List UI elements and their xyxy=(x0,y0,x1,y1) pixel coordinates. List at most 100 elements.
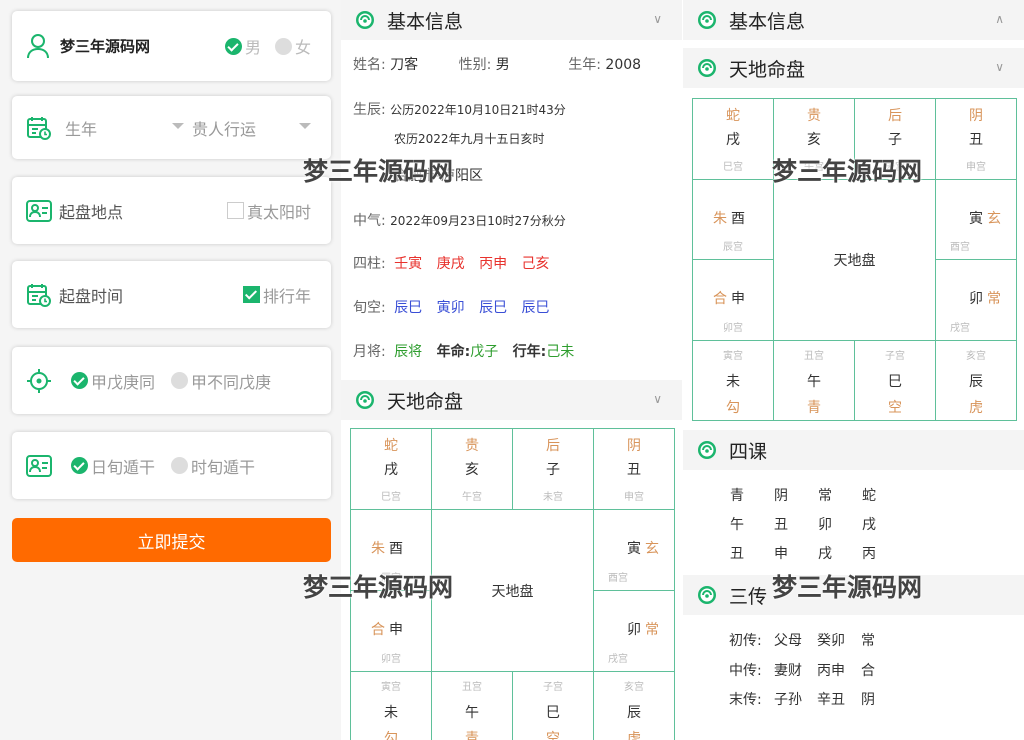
pan-branch: 子 xyxy=(546,462,560,478)
zhongqi-label: 中气: xyxy=(353,213,386,229)
shixun-radio[interactable]: 时旬遁干 xyxy=(171,454,255,478)
checkbox-icon xyxy=(227,202,244,219)
jiawugeng-same-radio[interactable]: 甲戊庚同 xyxy=(71,369,155,393)
basic-info-header[interactable]: 基本信息 ∨ xyxy=(341,0,682,40)
sike-header[interactable]: 四课 xyxy=(683,430,1024,470)
true-solar-checkbox[interactable]: 真太阳时 xyxy=(227,199,311,223)
pan-cell: 朱酉辰宫 xyxy=(692,178,774,260)
true-solar-label: 真太阳时 xyxy=(247,202,312,222)
pan-general-branch: 寅玄 xyxy=(954,208,1016,228)
pan-branch: 丑 xyxy=(969,132,983,148)
section-title: 三传 xyxy=(729,585,768,608)
basic-info-header[interactable]: 基本信息 ∧ xyxy=(683,0,1024,40)
pan-cell: 阴丑申宫 xyxy=(593,428,675,510)
pan-palace: 午宫 xyxy=(462,492,482,503)
sanchuan-header[interactable]: 三传 xyxy=(683,575,1024,615)
sizhu-day: 丙申 xyxy=(479,256,508,272)
rixun-label: 日旬遁干 xyxy=(91,457,156,477)
place-value: 合肥市-庐阳区 xyxy=(394,168,484,184)
sike-cell: 丑 xyxy=(730,546,744,562)
xunkong-year: 辰巳 xyxy=(394,300,423,316)
place-input[interactable]: 起盘地点 xyxy=(59,199,123,223)
crosshair-icon xyxy=(27,368,51,393)
pan-branch: 申 xyxy=(389,622,403,638)
checkbox-checked-icon xyxy=(243,286,260,303)
paihang-checkbox[interactable]: 排行年 xyxy=(243,283,311,307)
pan-general-branch: 朱酉 xyxy=(343,538,431,558)
pan-general: 贵 xyxy=(465,438,479,454)
xunkong-month: 寅卯 xyxy=(436,300,465,316)
pan-palace: 辰宫 xyxy=(723,242,743,253)
pan-cell: 贵亥午宫 xyxy=(773,98,855,180)
jiawu-card: 甲戊庚同 甲不同戊庚 xyxy=(12,347,331,414)
taiji-logo-icon xyxy=(698,11,716,29)
pan-general: 空 xyxy=(888,399,902,416)
time-input[interactable]: 起盘时间 xyxy=(59,283,123,307)
pan-header[interactable]: 天地命盘 ∨ xyxy=(683,48,1024,88)
dropdown-arrow-icon[interactable] xyxy=(299,123,311,129)
pan-general: 虎 xyxy=(627,731,641,740)
pan-branch: 戌 xyxy=(384,462,398,478)
dropdown-arrow-icon[interactable] xyxy=(172,123,184,129)
pan-cell: 合申卯宫 xyxy=(350,590,432,672)
pan-general: 勾 xyxy=(384,731,398,740)
zhongqi-value: 2022年09月23日10时27分秋分 xyxy=(390,214,566,228)
pan-center-label: 天地盘 xyxy=(491,583,534,600)
pan-palace: 寅宫 xyxy=(381,682,401,693)
pan-palace: 酉宫 xyxy=(950,242,970,253)
gender-female-label: 女 xyxy=(295,38,312,57)
sizhu-hour: 己亥 xyxy=(521,256,550,272)
unchecked-circle-icon xyxy=(171,457,188,474)
pan-palace: 辰宫 xyxy=(381,573,401,584)
pan-palace: 申宫 xyxy=(624,492,644,503)
pan-general-branch: 朱酉 xyxy=(685,208,773,228)
submit-button[interactable]: 立即提交 xyxy=(12,518,331,562)
pan-cell: 卯常戌宫 xyxy=(593,590,675,672)
gender-female-radio[interactable]: 女 xyxy=(275,34,311,58)
gender-male-radio[interactable]: 男 xyxy=(225,34,261,58)
pan-branch: 未 xyxy=(726,373,740,390)
pan-header[interactable]: 天地命盘 ∨ xyxy=(341,380,682,420)
pan-cell: 朱酉辰宫 xyxy=(350,509,432,591)
pan-cell: 丑宫午青 xyxy=(773,339,855,421)
pan-palace: 亥宫 xyxy=(624,682,644,693)
taiji-logo-icon xyxy=(698,441,716,459)
pan-cell: 亥宫辰虎 xyxy=(935,339,1017,421)
taiji-logo-icon xyxy=(356,11,374,29)
nongli-value: 农历2022年九月十五日亥时 xyxy=(394,132,545,146)
pan-general: 贵 xyxy=(807,108,821,124)
pan-palace: 戌宫 xyxy=(608,654,628,665)
sanchuan-label: 末传: xyxy=(729,692,762,708)
chevron-up-icon[interactable]: ∧ xyxy=(995,12,1004,26)
sike-cell: 丙 xyxy=(862,546,876,562)
chevron-down-icon[interactable]: ∨ xyxy=(653,12,662,26)
jiawugeng-diff-radio[interactable]: 甲不同戊庚 xyxy=(171,369,271,393)
sanchuan-label: 初传: xyxy=(729,633,762,649)
guiren-select[interactable]: 贵人行运 xyxy=(192,116,256,140)
paipan-form: 梦三年源码网 男 女 生年 贵人行运 起盘地点 真太阳时 起盘时间 排行年 甲戊… xyxy=(0,0,341,740)
pan-general: 青 xyxy=(807,399,821,416)
pan-general: 朱 xyxy=(713,210,727,227)
pan-branch: 亥 xyxy=(807,132,821,148)
birthyear-select[interactable]: 生年 xyxy=(65,116,97,140)
section-title: 基本信息 xyxy=(729,10,806,33)
pan-cell: 阴丑申宫 xyxy=(935,98,1017,180)
dungan-card: 日旬遁干 时旬遁干 xyxy=(12,432,331,499)
pan-palace: 未宫 xyxy=(543,492,563,503)
sanchuan-ganzhi: 丙申 xyxy=(817,663,845,679)
sike-cell: 阴 xyxy=(774,488,788,504)
pan-cell: 合申卯宫 xyxy=(692,259,774,341)
pan-palace: 午宫 xyxy=(804,161,824,173)
sizhu-year: 壬寅 xyxy=(394,256,423,272)
checked-circle-icon xyxy=(71,372,88,389)
result-panel-left: 基本信息 ∨ 姓名: 刀客 性别: 男 生年: 2008 生辰: 公历2022年… xyxy=(341,0,682,740)
chevron-down-icon[interactable]: ∨ xyxy=(995,60,1004,74)
rixun-radio[interactable]: 日旬遁干 xyxy=(71,454,155,478)
sike-cell: 申 xyxy=(774,546,788,562)
name-input[interactable]: 梦三年源码网 xyxy=(60,36,150,57)
pan-branch: 寅 xyxy=(627,541,641,557)
pan-cell: 后子未宫 xyxy=(512,428,594,510)
pan-palace: 申宫 xyxy=(966,161,986,173)
sike-cell: 戌 xyxy=(818,546,832,562)
chevron-down-icon[interactable]: ∨ xyxy=(653,392,662,406)
